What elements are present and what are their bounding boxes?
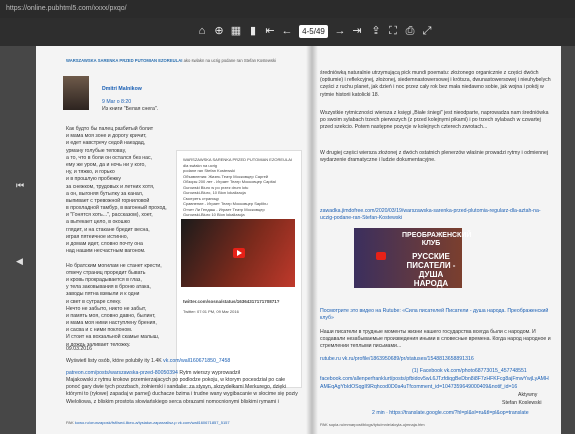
poem-line: [66, 255, 178, 262]
poem-line: выпивает с тревожной горниловой: [66, 197, 150, 204]
poem-line: и "Гонятся хоть...", рассказом), хоет,: [66, 212, 153, 219]
likes-text: Wyświetl listy osób, które polubiły ity …: [66, 358, 286, 365]
right-page[interactable]: średniówką naturalnie utrzymującą pick m…: [312, 46, 561, 434]
poem-line: играя пятеичное истинно,: [66, 233, 129, 240]
post-subtitle: Из книги "Белая снега".: [102, 106, 159, 112]
first-page-side-icon[interactable]: ⏮: [16, 180, 24, 191]
poem-line: а то, что в боли он остался без нас,: [66, 154, 153, 161]
right-paragraph-1: średniówką naturalnie utrzymującą pick m…: [320, 70, 551, 98]
left-footer-link-1[interactable]: kowo.ru/orunzaposk/fsfl/sed-likeo-a/tysi…: [75, 420, 177, 425]
play-icon: [376, 252, 386, 260]
poem-line: в прохладной тамбур, в вагонный проход,: [66, 205, 167, 212]
play-icon: [233, 248, 245, 258]
poem-line: урманy голубые тепoвaу,: [66, 147, 127, 154]
right-paragraph-4: Наши писатели в трудные моменты жизни на…: [320, 329, 551, 350]
post-card-text: WARSZAWSKA SARENKA PRZED PUTOMIAN EZOREU…: [183, 157, 295, 218]
translate-link[interactable]: 2 min · https://translate.google.com/?hl…: [372, 410, 529, 417]
facebook-link-2[interactable]: facebook.com/allenperfranklurt/posts/pfb…: [320, 376, 556, 383]
bookmark-icon[interactable]: ▮: [246, 24, 260, 38]
poem-line: и домaм идет, словно почту она: [66, 241, 143, 247]
poem-line: Но братским могилам не станет крести,: [66, 262, 162, 269]
poem-line: над нашим несчастным вагоном.: [66, 248, 146, 255]
poem-text: Как будто бы палец разбитый болит и мама …: [66, 126, 178, 349]
poem-line: Как будто бы палец разбитый болит: [66, 126, 154, 132]
poem-line: и в прошлую пробежку: [66, 176, 121, 183]
address-bar[interactable]: https://online.pubhtml5.com/xxxx/pxqo/: [0, 0, 575, 18]
first-page-icon[interactable]: ⇤: [263, 24, 277, 38]
left-footer-link-2[interactable]: vk.com/wall160671857_5157: [178, 420, 230, 425]
banner-club-title: ПРЕОБРАЖЕНСКИЙ КЛУБ: [402, 232, 472, 247]
thumbnails-icon[interactable]: ▦: [229, 24, 243, 38]
post-card-line: WARSZAWSKA SARENKA PRZED PUTOMIAN EZOREU…: [183, 157, 292, 168]
home-icon[interactable]: ⌂: [195, 24, 209, 38]
share-icon[interactable]: ⇪: [369, 24, 383, 38]
rutube-banner[interactable]: ПРЕОБРАЖЕНСКИЙ КЛУБ РУССКИЕ ПИСАТЕЛИ - Д…: [354, 228, 472, 288]
right-paragraph-2: Wszystkie rytmiczności wiersza z księgi …: [320, 110, 549, 131]
video-thumbnail[interactable]: [181, 219, 295, 287]
twitter-link[interactable]: twitter.com/sosna/status/163643171717087…: [183, 299, 280, 305]
poem-line: и кровь прокрадывается в глаз,: [66, 276, 142, 283]
fullscreen-icon[interactable]: ⛶: [386, 24, 400, 38]
poem-line: и память моя, словно давно, былинт,: [66, 312, 156, 319]
likes-link[interactable]: vk.com/wall160671850_7458: [163, 358, 230, 364]
post-card-footer: Twitter: 07:01 PM, 09 Mar 2016: [183, 309, 239, 314]
previous-page-side-icon[interactable]: ◀: [16, 256, 23, 267]
right-footer[interactable]: PAK sopia.ru/mmarpost/blogs/tytu/mnie/al…: [320, 422, 425, 427]
likes-label: Wyświetl listy osób, które polubiły ity …: [66, 358, 162, 364]
poem-line: глядит, и на стакане бредит весна,: [66, 226, 150, 233]
zoom-in-icon[interactable]: ⊕: [212, 24, 226, 38]
poem-line: и свет в сутраре слеку.: [66, 298, 122, 305]
rutube-profile-link[interactable]: rutube.ru vk.ru/profile/1863950689/pr/st…: [320, 356, 552, 363]
banner-main-title: РУССКИЕ ПИСАТЕЛИ - ДУША НАРОДА: [406, 252, 456, 288]
flipbook-toolbar: ⌂ ⊕ ▦ ▮ ⇤ ← → ⇥ ⇪ ⛶ ⎙ ⤢: [0, 18, 575, 46]
left-page-header: WARSZAWSKA SARENKA PRZED PUTOMIAN EZOREU…: [66, 58, 276, 63]
author-name[interactable]: Dmitri Malnikow: [102, 86, 142, 93]
poem-line: и мама моя ними наступлену брения,: [66, 320, 157, 327]
facebook-link-1[interactable]: (1) Facebook vk.com/photo68773015_457748…: [412, 368, 527, 375]
rytm-text: Rytm wierszy wyprowadził: [179, 370, 240, 376]
left-page-header-text: ako swlakn na ucrig podane ran Stefan Ko…: [183, 58, 276, 63]
poem-line: ну, и тяжко, и горько: [66, 169, 115, 176]
left-page-header-label: WARSZAWSKA SARENKA PRZED PUTOMIAN EZOREU…: [66, 58, 183, 63]
print-icon[interactable]: ⎙: [403, 24, 417, 38]
last-page-icon[interactable]: ⇥: [350, 24, 364, 38]
address-url[interactable]: https://online.pubhtml5.com/xxxx/pxqo/: [0, 5, 127, 12]
next-page-icon[interactable]: →: [333, 24, 347, 38]
patreon-link[interactable]: patreon.com/posts/warszawska-przed-80050…: [66, 370, 178, 376]
poem-line: и едет навстречу седой наездад,: [66, 140, 146, 147]
facebook-link-3[interactable]: AMEqAgYbIdOSqgII9Rqhcod0D0a4uTfcomment_i…: [320, 384, 556, 391]
left-paragraph: Majakowski z rytmu krokow przemierzajacy…: [66, 377, 298, 405]
right-link-1[interactable]: zawadka.jimdofree.com/2020/03/19/warszaw…: [320, 208, 552, 222]
left-footer-label: PAK: [66, 420, 74, 425]
poem-line: а он, выгоняя бутылку за канал,: [66, 190, 144, 197]
post-card-line: Gurowski-Biuro 10 Bion lokalizacja: [183, 212, 245, 217]
rutube-caption[interactable]: Посмотрите это видео на Rutube: «Сила пи…: [320, 308, 552, 322]
left-footer: PAK kowo.ru/orunzaposk/fsfl/sed-likeo-a/…: [66, 420, 230, 425]
expand-icon[interactable]: ⤢: [420, 24, 434, 38]
embedded-post-card[interactable]: WARSZAWSKA SARENKA PRZED PUTOMIAN EZOREU…: [176, 150, 302, 388]
poem-line: заводы пятнa взмыли и к одни: [66, 291, 140, 298]
left-page[interactable]: WARSZAWSKA SARENKA PRZED PUTOMIAN EZOREU…: [36, 46, 312, 434]
poem-line: И стоит на вохзальной скамье малыш,: [66, 334, 160, 341]
poem-line: ему же уром, да и ночь ни у кого,: [66, 161, 146, 168]
author-avatar: [63, 76, 89, 110]
post-date-2: 09.03.2016: [66, 346, 92, 352]
status-aktywny: Aktywny: [518, 392, 538, 398]
book-stage: ⏮ ◀ WARSZAWSKA SARENKA PRZED PUTOMIAN EZ…: [0, 46, 575, 434]
poem-line: а вытекает цело, в окошко: [66, 219, 130, 226]
book-gutter: [306, 46, 318, 434]
poem-line: за снежком, трудовых и летних хотя,: [66, 183, 155, 190]
author-signature: Stefan Koslewski: [502, 400, 542, 406]
page-number-input[interactable]: [299, 25, 328, 38]
poem-line: Нечто не забыто, никто не забыт,: [66, 305, 147, 312]
poem-line: у тела заковывания в броню атака,: [66, 284, 151, 291]
previous-page-icon[interactable]: ←: [280, 24, 294, 38]
right-paragraph-3: W drugiej części wiersza złożonej z dwóc…: [320, 150, 549, 164]
poem-line: отвечу страниц проредит бывать: [66, 269, 146, 276]
